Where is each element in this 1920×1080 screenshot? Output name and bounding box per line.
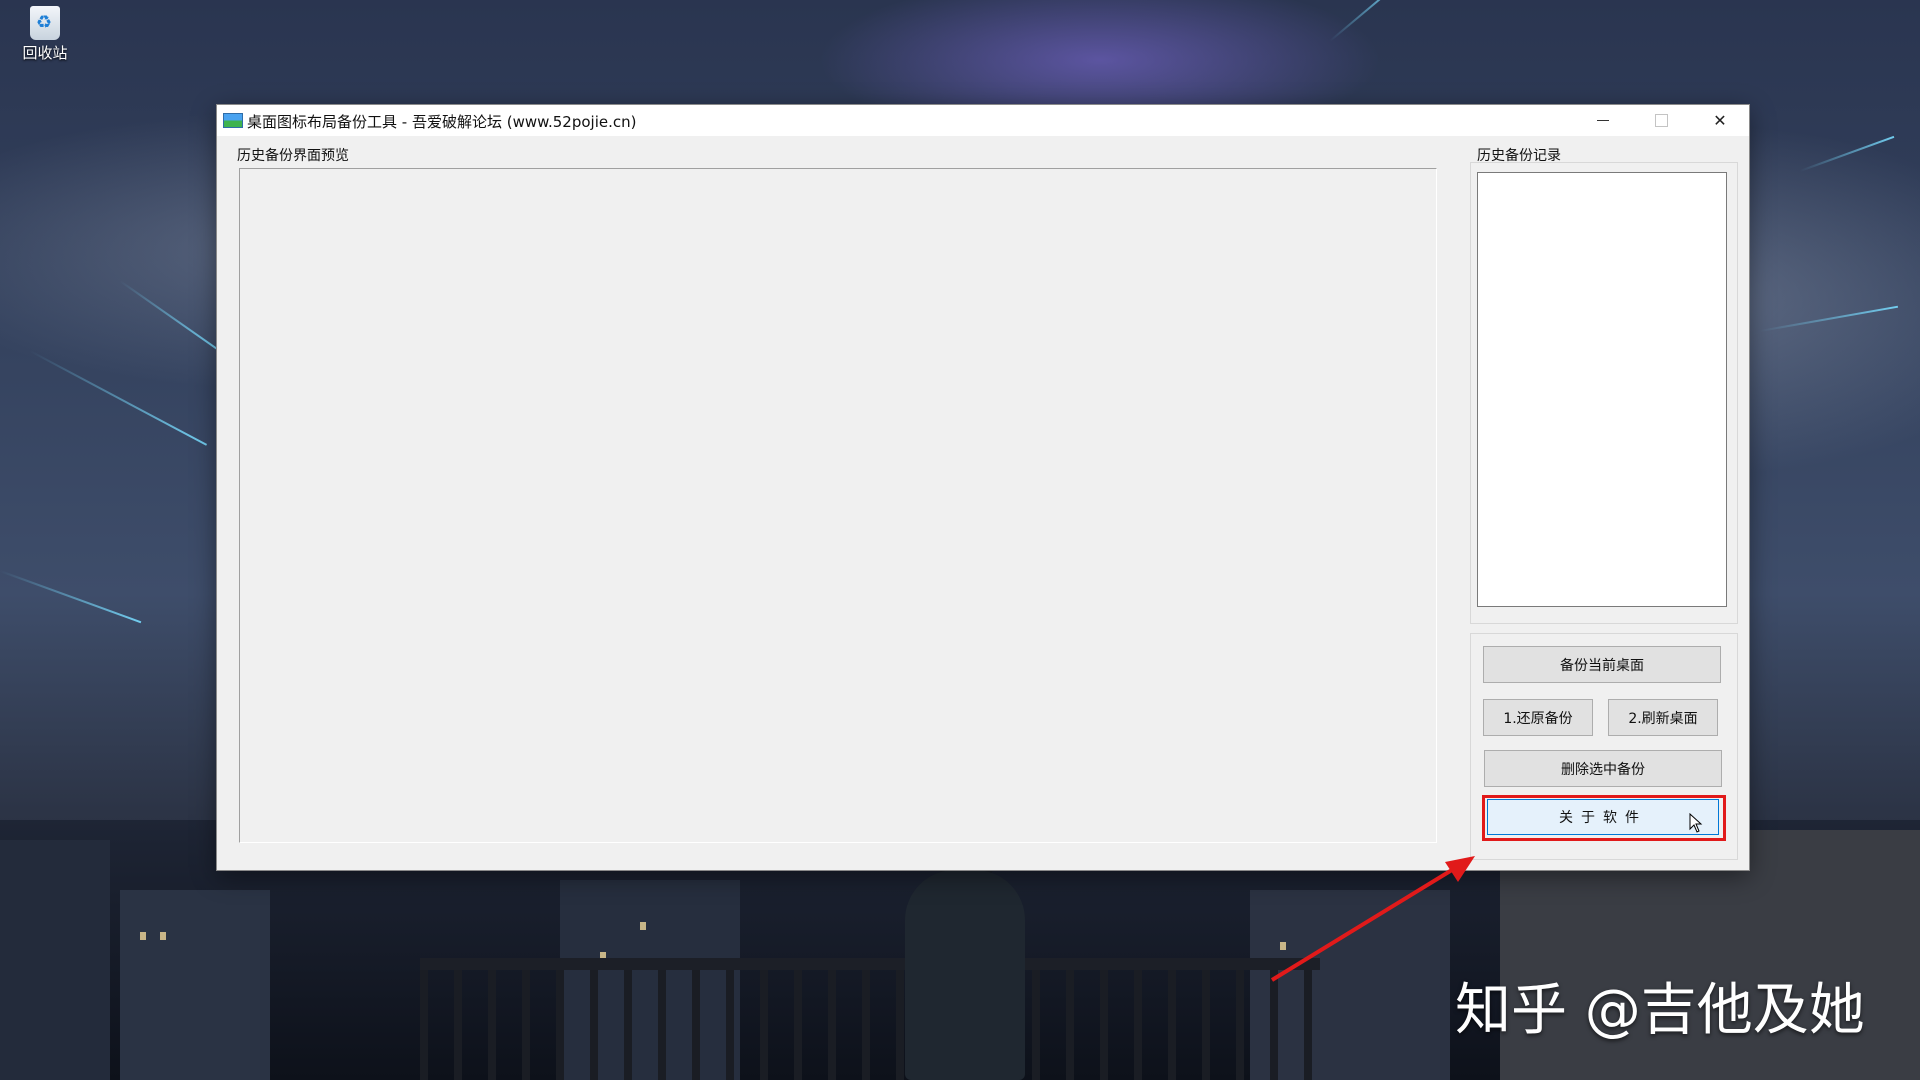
app-icon (223, 113, 243, 128)
restore-backup-button[interactable]: 1.还原备份 (1483, 699, 1593, 736)
maximize-icon (1654, 114, 1668, 127)
app-window: 桌面图标布局备份工具 - 吾爱破解论坛 (www.52pojie.cn) ✕ 历… (217, 105, 1749, 870)
meteor-streak (1759, 305, 1899, 332)
about-software-button[interactable]: 关于软件 (1487, 799, 1719, 835)
recycle-bin-label: 回收站 (22, 44, 68, 62)
minimize-button[interactable] (1574, 105, 1632, 136)
close-button[interactable]: ✕ (1691, 105, 1749, 136)
refresh-desktop-button[interactable]: 2.刷新桌面 (1608, 699, 1718, 736)
window-light (160, 932, 166, 940)
meteor-streak (119, 280, 219, 351)
meteor-streak (0, 570, 142, 624)
recycle-bin-icon (30, 6, 60, 40)
zhihu-watermark: 知乎 @吉他及她 (1455, 978, 1865, 1043)
window-light (1280, 942, 1286, 950)
window-light (640, 922, 646, 930)
title-bar[interactable]: 桌面图标布局备份工具 - 吾爱破解论坛 (www.52pojie.cn) ✕ (217, 105, 1749, 136)
minimize-icon (1597, 120, 1609, 121)
delete-selected-backup-button[interactable]: 删除选中备份 (1484, 750, 1722, 787)
history-backup-list[interactable] (1477, 172, 1727, 607)
history-group-label: 历史备份记录 (1477, 148, 1561, 164)
meteor-streak (1799, 135, 1895, 172)
building (0, 840, 110, 1080)
balcony-railing-top (420, 958, 1320, 970)
window-title: 桌面图标布局备份工具 - 吾爱破解论坛 (www.52pojie.cn) (247, 113, 637, 131)
preview-group-label: 历史备份界面预览 (237, 148, 349, 164)
meteor-streak (1329, 0, 1400, 42)
building (120, 890, 270, 1080)
window-light (140, 932, 146, 940)
recycle-bin-desktop-icon[interactable]: 回收站 (14, 6, 76, 63)
close-icon: ✕ (1713, 111, 1727, 130)
backup-preview-area (239, 168, 1437, 843)
backup-current-desktop-button[interactable]: 备份当前桌面 (1483, 646, 1721, 683)
meteor-streak (29, 350, 208, 446)
mouse-cursor-icon (1689, 813, 1703, 833)
maximize-button[interactable] (1632, 105, 1690, 136)
person-silhouette (905, 870, 1025, 1080)
balcony-railing (420, 970, 1320, 1080)
